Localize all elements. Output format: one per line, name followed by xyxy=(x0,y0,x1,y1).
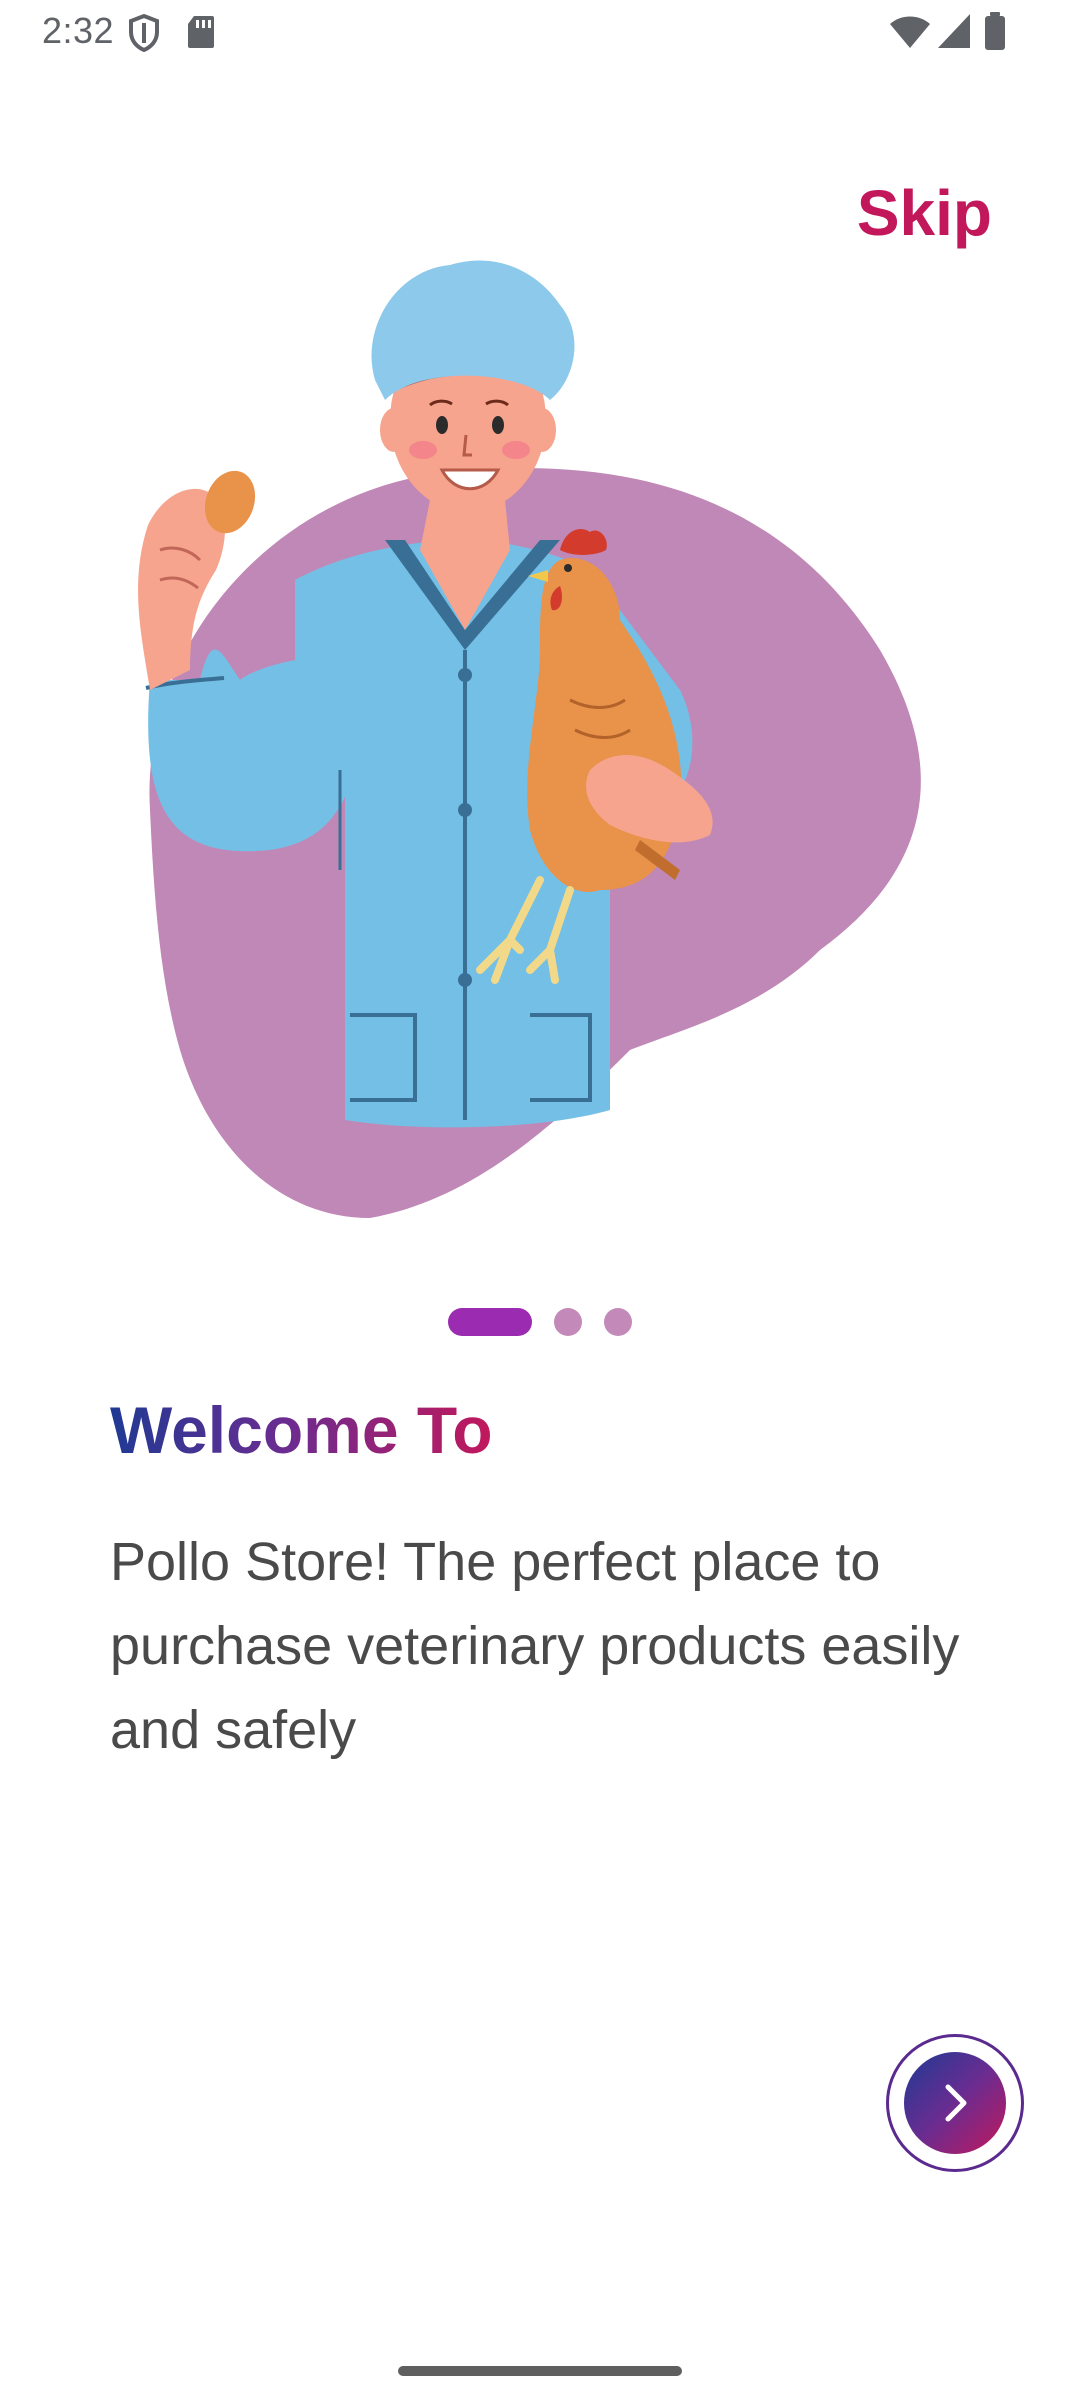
chevron-right-icon xyxy=(945,2084,967,2122)
next-button-fill xyxy=(904,2052,1006,2154)
page-indicator-dot[interactable] xyxy=(554,1308,582,1336)
page-indicator-dot[interactable] xyxy=(604,1308,632,1336)
welcome-description: Pollo Store! The perfect place to purcha… xyxy=(110,1532,960,1760)
welcome-title: Welcome To xyxy=(110,1393,493,1467)
battery-icon xyxy=(985,12,1005,50)
cell-signal-icon xyxy=(938,14,970,48)
status-time: 2:32 xyxy=(42,10,115,51)
page-indicator-dot-active[interactable] xyxy=(448,1308,532,1336)
sd-card-icon xyxy=(188,16,214,48)
next-button[interactable] xyxy=(886,2034,1024,2172)
status-bar: 2:32 xyxy=(0,0,1080,64)
shield-icon xyxy=(129,14,159,52)
skip-button[interactable]: Skip xyxy=(857,176,992,250)
veterinarian-illustration xyxy=(138,260,921,1218)
home-gesture-bar[interactable] xyxy=(398,2366,682,2376)
wifi-icon xyxy=(890,16,930,48)
page-indicator xyxy=(448,1308,632,1336)
